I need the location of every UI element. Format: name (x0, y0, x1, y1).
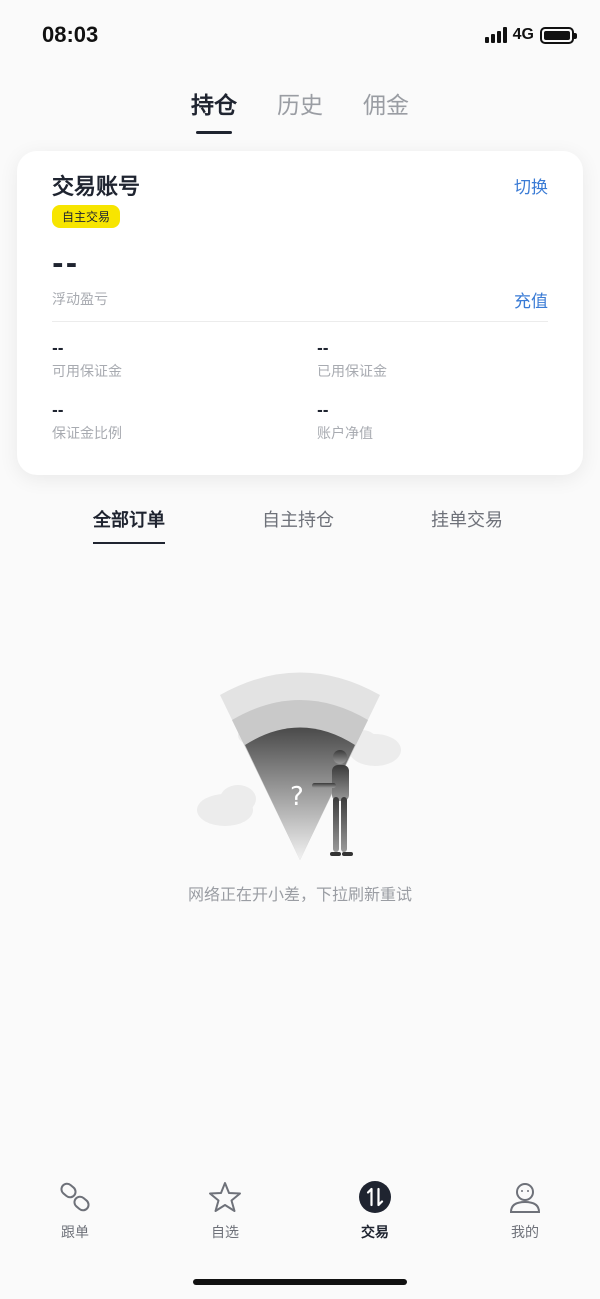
signal-icon (484, 27, 507, 43)
trade-mode-badge: 自主交易 (52, 205, 121, 228)
status-bar: 08:03 4G (0, 0, 600, 70)
metric-margin-ratio: -- 保证金比例 (52, 403, 282, 443)
metric-label: 可用保证金 (52, 364, 122, 380)
link-icon (60, 1182, 90, 1212)
network-label: 4G (512, 26, 534, 43)
tab-all-orders[interactable]: 全部订单 (93, 506, 165, 544)
nav-label: 跟单 (61, 1225, 89, 1241)
nav-label: 自选 (211, 1225, 239, 1241)
nav-item-copy-trade[interactable]: 跟单 (25, 1180, 125, 1242)
tab-commission[interactable]: 佣金 (363, 86, 409, 134)
recharge-button[interactable]: 充值 (514, 287, 548, 312)
nav-label: 我的 (511, 1225, 539, 1241)
tab-own-positions[interactable]: 自主持仓 (262, 506, 334, 544)
status-time: 08:03 (42, 22, 99, 47)
metric-used-margin: -- 已用保证金 (317, 341, 547, 381)
tab-own-positions-label: 自主持仓 (262, 510, 334, 531)
nav-item-watchlist[interactable]: 自选 (175, 1180, 275, 1242)
empty-state-message: 网络正在开小差，下拉刷新重试 (187, 885, 412, 904)
metric-value: -- (317, 403, 329, 419)
active-order-tab-indicator (93, 542, 165, 544)
metric-value: -- (52, 403, 64, 419)
nav-label: 交易 (361, 1225, 389, 1241)
nav-item-trade[interactable]: 交易 (325, 1180, 425, 1242)
metric-label: 保证金比例 (52, 426, 122, 442)
svg-text:?: ? (290, 782, 304, 812)
tab-history-label: 历史 (277, 93, 323, 119)
user-icon (509, 1183, 541, 1213)
metric-label: 账户净值 (317, 426, 373, 442)
switch-account-button[interactable]: 切换 (514, 173, 548, 198)
status-indicators: 4G (484, 26, 577, 44)
floating-pnl-value: -- (52, 247, 80, 280)
tab-history[interactable]: 历史 (277, 86, 323, 134)
tab-commission-label: 佣金 (363, 93, 409, 119)
tab-positions-label: 持仓 (191, 93, 237, 119)
metric-available-margin: -- 可用保证金 (52, 341, 282, 381)
tab-pending-orders-label: 挂单交易 (431, 510, 503, 531)
order-tabs: 全部订单 自主持仓 挂单交易 (0, 506, 600, 546)
tab-positions[interactable]: 持仓 (191, 86, 237, 134)
metric-value: -- (317, 341, 329, 357)
floating-pnl-label: 浮动盈亏 (52, 292, 108, 308)
battery-icon (540, 26, 577, 44)
tab-pending-orders[interactable]: 挂单交易 (431, 506, 503, 544)
home-indicator (193, 1279, 407, 1285)
metric-account-equity: -- 账户净值 (317, 403, 547, 443)
tab-all-orders-label: 全部订单 (93, 510, 165, 531)
star-icon (209, 1182, 241, 1212)
metric-label: 已用保证金 (317, 364, 387, 380)
trade-icon (359, 1181, 391, 1213)
bottom-nav: 跟单 自选 交易 我的 (0, 1180, 600, 1260)
card-divider (52, 321, 548, 322)
top-tabs: 持仓 历史 佣金 (0, 86, 600, 134)
nav-item-profile[interactable]: 我的 (475, 1180, 575, 1242)
active-tab-indicator (196, 131, 232, 134)
metric-value: -- (52, 341, 64, 357)
account-card: 交易账号 切换 自主交易 -- 浮动盈亏 充值 -- 可用保证金 -- 已用保证… (17, 151, 583, 475)
account-title: 交易账号 (52, 175, 141, 200)
network-error-illustration: ? (197, 672, 401, 860)
